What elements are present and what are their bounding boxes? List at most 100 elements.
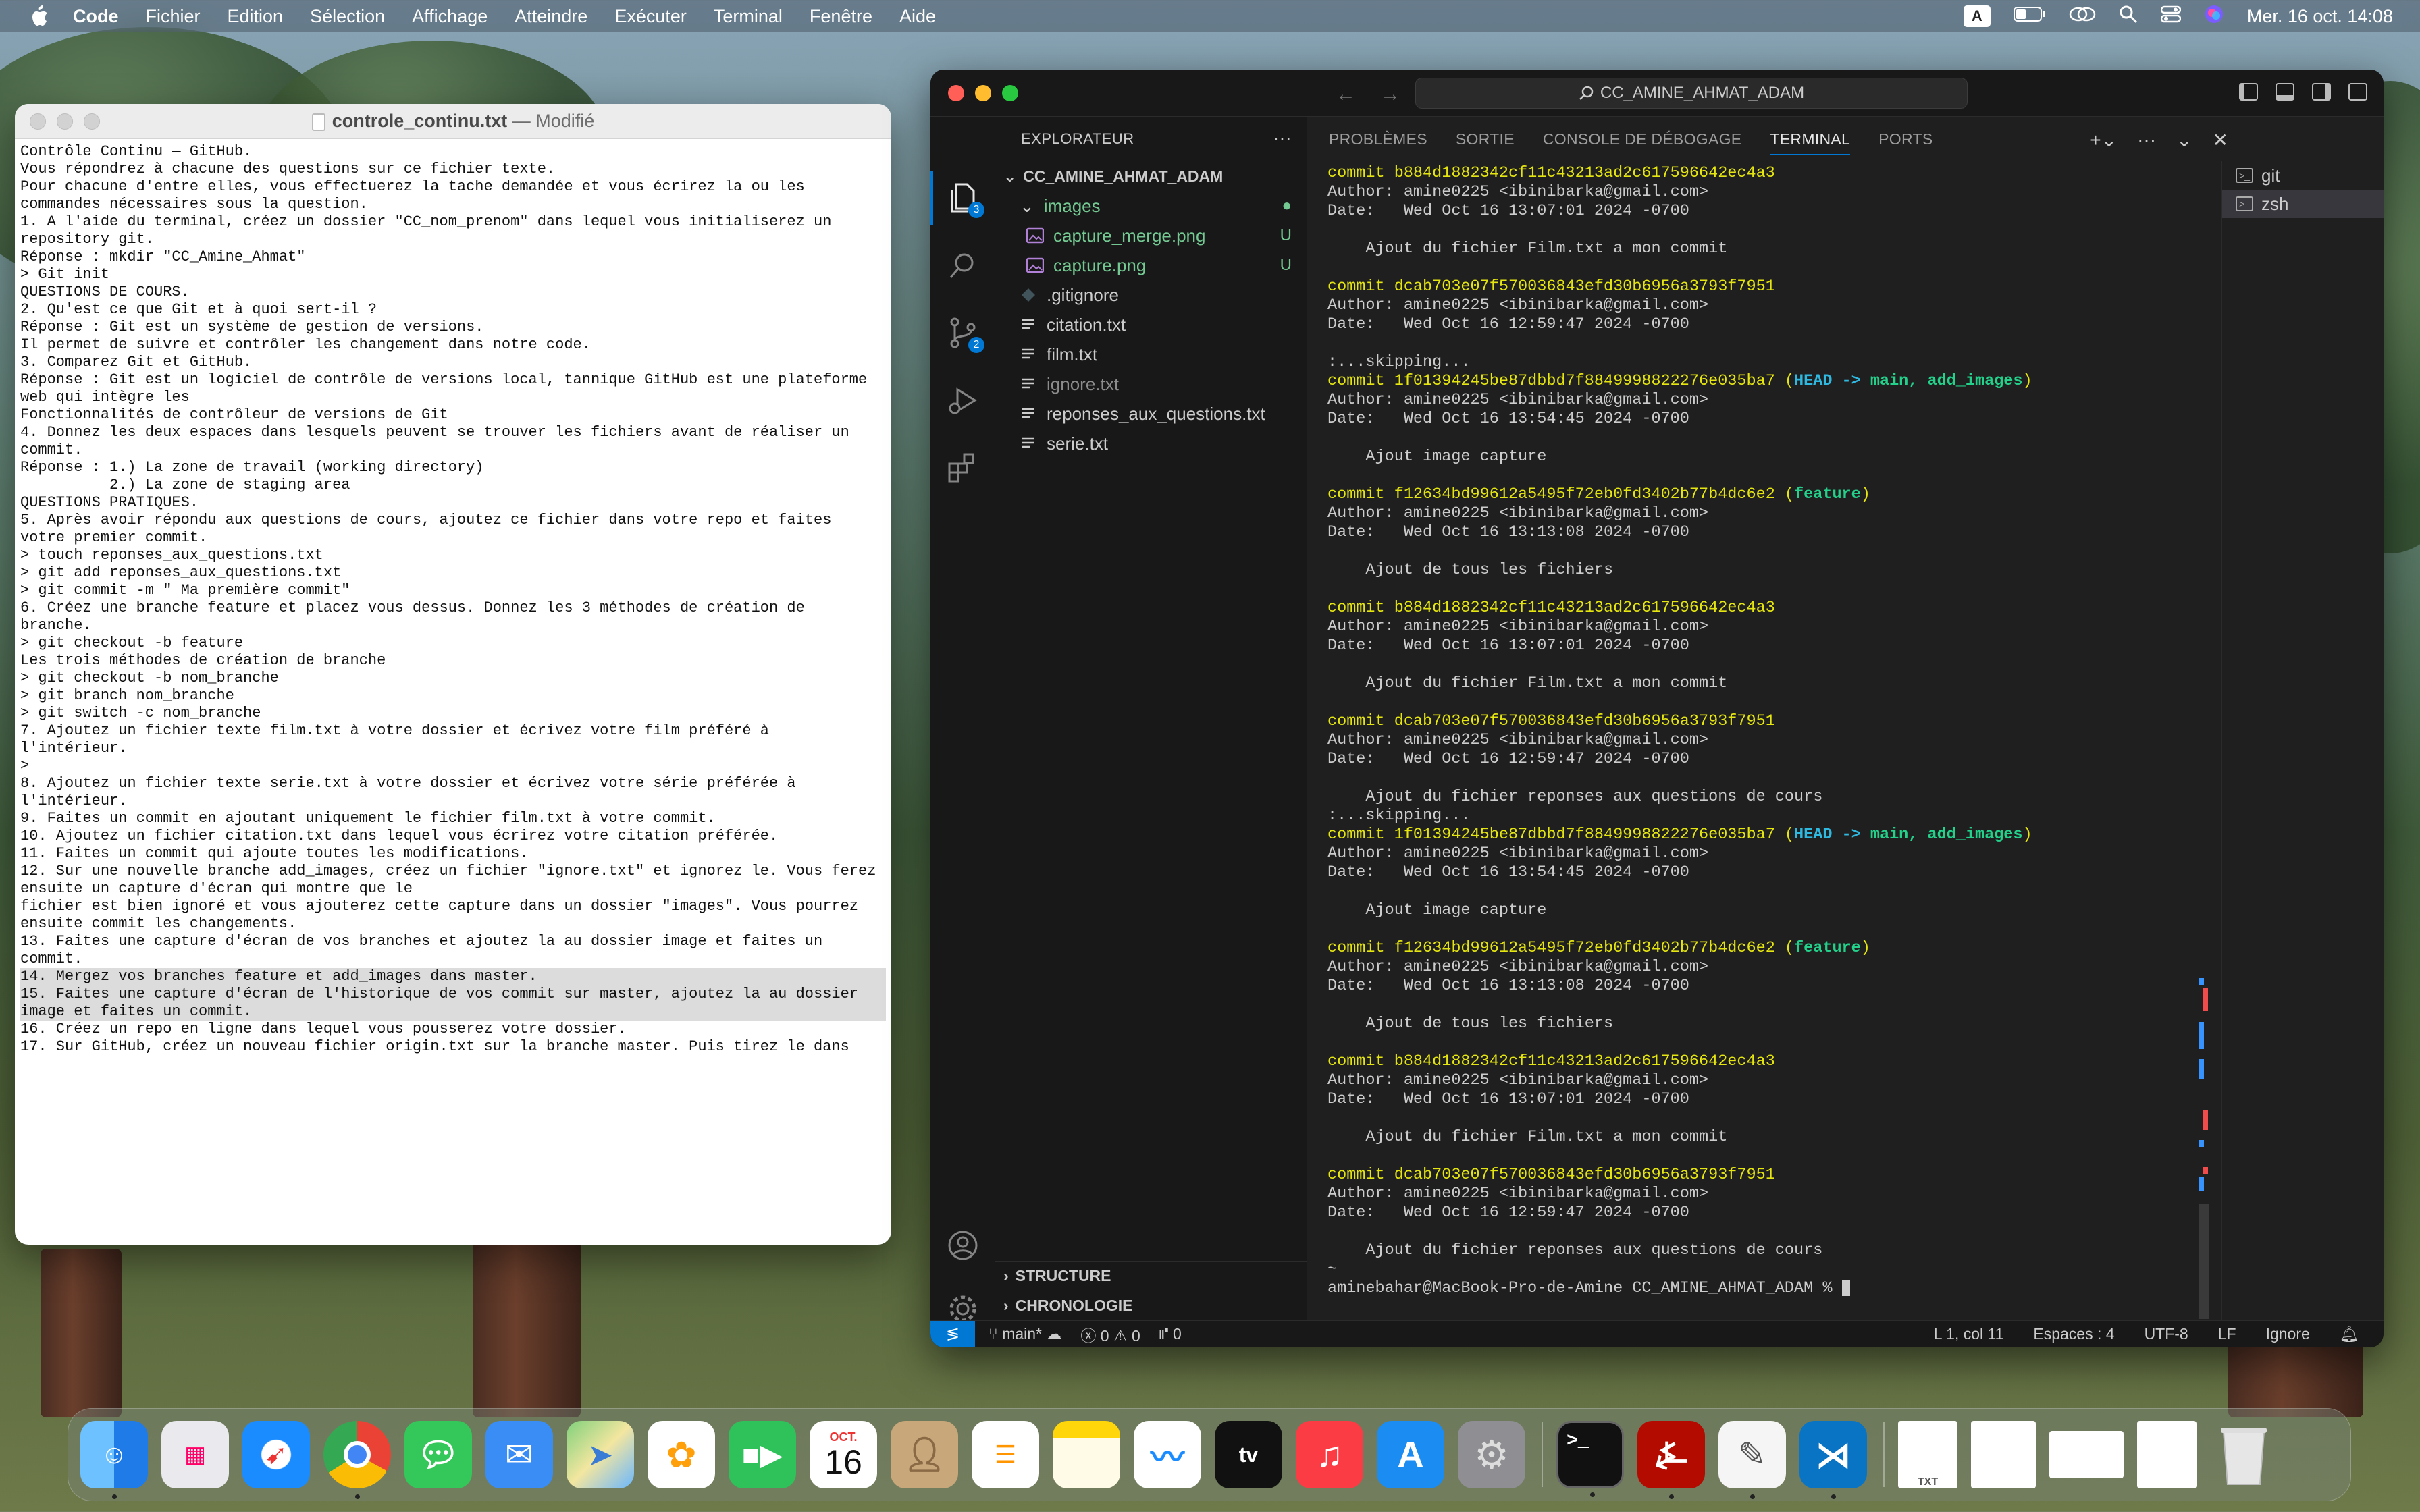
tab-debug-console[interactable]: CONSOLE DE DÉBOGAGE bbox=[1543, 130, 1742, 148]
reminders-icon[interactable]: ☰ bbox=[972, 1421, 1039, 1488]
ports-status[interactable]: ⑈ 0 bbox=[1159, 1325, 1182, 1343]
freeform-icon[interactable]: 〰 bbox=[1134, 1421, 1201, 1488]
messages-icon[interactable]: 💬︎ bbox=[404, 1421, 472, 1488]
menu-executer[interactable]: Exécuter bbox=[614, 6, 687, 27]
accounts-icon[interactable] bbox=[947, 1229, 979, 1262]
terminal-app-icon[interactable]: >_ bbox=[1556, 1421, 1624, 1497]
extensions-icon[interactable] bbox=[947, 452, 979, 484]
toggle-secondary-sidebar-icon[interactable] bbox=[2312, 83, 2331, 101]
more-actions-icon[interactable]: ··· bbox=[1273, 128, 1292, 148]
tab-ports[interactable]: PORTS bbox=[1878, 130, 1932, 148]
menu-aide[interactable]: Aide bbox=[899, 6, 936, 27]
recent-document-icon[interactable] bbox=[2049, 1431, 2124, 1478]
recent-document-icon[interactable] bbox=[2137, 1421, 2197, 1488]
zoom-button[interactable] bbox=[1002, 84, 1018, 101]
tab-output[interactable]: SORTIE bbox=[1456, 130, 1515, 148]
close-panel-icon[interactable]: ✕ bbox=[2213, 129, 2228, 151]
trash-icon[interactable] bbox=[2210, 1421, 2278, 1488]
contacts-icon[interactable]: 👤︎ bbox=[891, 1421, 958, 1488]
end-of-line[interactable]: LF bbox=[2218, 1325, 2236, 1343]
run-debug-icon[interactable] bbox=[947, 384, 979, 416]
music-icon[interactable]: ♫ bbox=[1296, 1421, 1363, 1488]
textedit-titlebar[interactable]: controle_continu.txt — Modifié bbox=[15, 104, 891, 139]
command-center-search[interactable]: CC_AMINE_AHMAT_ADAM bbox=[1415, 78, 1968, 109]
tab-terminal[interactable]: TERMINAL bbox=[1770, 130, 1851, 155]
file-item[interactable]: ignore.txt bbox=[995, 369, 1307, 399]
remote-indicator-icon[interactable]: ≶ bbox=[930, 1320, 975, 1347]
textedit-app-icon[interactable]: ✎ bbox=[1718, 1421, 1786, 1499]
notifications-bell-icon[interactable]: 🔔︎ bbox=[2340, 1325, 2359, 1343]
apple-tv-icon[interactable]: tv bbox=[1215, 1421, 1282, 1488]
file-item[interactable]: film.txt bbox=[995, 340, 1307, 369]
folder-item[interactable]: ⌄ images ● bbox=[995, 191, 1307, 221]
menubar-clock[interactable]: Mer. 16 oct. 14:08 bbox=[2247, 6, 2393, 27]
outline-section[interactable]: › STRUCTURE bbox=[995, 1261, 1307, 1291]
new-terminal-icon[interactable]: +⌄ bbox=[2090, 129, 2117, 151]
terminal-output[interactable]: commit b884d1882342cf11c43213ad2c6175966… bbox=[1327, 161, 2192, 1320]
vscode-app-icon[interactable]: ⋊ bbox=[1799, 1421, 1867, 1499]
photos-icon[interactable]: ✿ bbox=[648, 1421, 715, 1488]
recent-document-icon[interactable]: TXT bbox=[1898, 1421, 1957, 1488]
screen-mirroring-icon[interactable] bbox=[2069, 5, 2096, 28]
mail-icon[interactable]: ✉ bbox=[485, 1421, 553, 1488]
safari-icon[interactable]: ➹ bbox=[242, 1421, 310, 1488]
system-settings-icon[interactable]: ⚙ bbox=[1458, 1421, 1525, 1488]
menu-affichage[interactable]: Affichage bbox=[412, 6, 488, 27]
terminal-scrollbar[interactable] bbox=[2199, 161, 2212, 1319]
facetime-icon[interactable]: ■▶ bbox=[729, 1421, 796, 1488]
app-store-icon[interactable]: A bbox=[1377, 1421, 1444, 1488]
language-mode[interactable]: Ignore bbox=[2266, 1325, 2310, 1343]
recent-document-icon[interactable] bbox=[1971, 1421, 2036, 1488]
siri-icon[interactable] bbox=[2204, 4, 2224, 29]
problems-status[interactable]: ⓧ 0 ⚠ 0 bbox=[1080, 1323, 1140, 1346]
project-folder-header[interactable]: ⌄ CC_AMINE_AHMAT_ADAM bbox=[995, 161, 1307, 191]
explorer-icon[interactable]: 3 bbox=[947, 182, 984, 218]
acrobat-icon[interactable]: ⍼ bbox=[1637, 1421, 1705, 1499]
search-icon[interactable] bbox=[947, 249, 979, 281]
textedit-document-body[interactable]: Contrôle Continu — GitHub. Vous répondrez… bbox=[15, 139, 891, 1056]
minimize-button[interactable] bbox=[975, 84, 991, 101]
file-item[interactable]: capture.png U bbox=[995, 250, 1307, 280]
menu-selection[interactable]: Sélection bbox=[310, 6, 385, 27]
menu-edition[interactable]: Edition bbox=[228, 6, 284, 27]
forward-arrow-icon[interactable]: → bbox=[1380, 83, 1400, 106]
back-arrow-icon[interactable]: ← bbox=[1336, 83, 1356, 106]
terminal-item-git[interactable]: >_ git bbox=[2222, 161, 2384, 190]
toggle-sidebar-icon[interactable] bbox=[2239, 83, 2258, 101]
cursor-position[interactable]: L 1, col 11 bbox=[1934, 1325, 2004, 1343]
toggle-panel-icon[interactable] bbox=[2276, 83, 2294, 101]
file-item[interactable]: reponses_aux_questions.txt bbox=[995, 399, 1307, 429]
tab-problems[interactable]: PROBLÈMES bbox=[1329, 130, 1427, 148]
terminal-prompt[interactable]: aminebahar@MacBook-Pro-de-Amine CC_AMINE… bbox=[1327, 1279, 2192, 1298]
control-center-icon[interactable] bbox=[2160, 5, 2182, 28]
branch-status[interactable]: ⑂ main* ☁ bbox=[989, 1325, 1061, 1343]
timeline-section[interactable]: › CHRONOLOGIE bbox=[995, 1291, 1307, 1320]
encoding[interactable]: UTF-8 bbox=[2145, 1325, 2188, 1343]
chrome-icon[interactable] bbox=[323, 1421, 391, 1499]
source-control-icon[interactable]: 2 bbox=[947, 317, 984, 353]
search-icon[interactable] bbox=[2119, 5, 2138, 28]
notes-icon[interactable] bbox=[1053, 1421, 1120, 1488]
terminal-item-zsh[interactable]: >_ zsh bbox=[2222, 190, 2384, 218]
battery-icon[interactable] bbox=[2013, 6, 2046, 27]
menu-fichier[interactable]: Fichier bbox=[146, 6, 201, 27]
input-source-icon[interactable]: A bbox=[1963, 5, 1991, 27]
more-actions-icon[interactable]: ··· bbox=[2137, 129, 2156, 151]
vscode-titlebar[interactable]: ← → CC_AMINE_AHMAT_ADAM bbox=[930, 70, 2384, 117]
customize-layout-icon[interactable] bbox=[2348, 83, 2367, 101]
menu-terminal[interactable]: Terminal bbox=[714, 6, 783, 27]
file-item[interactable]: serie.txt bbox=[995, 429, 1307, 458]
finder-icon[interactable]: ☺ bbox=[80, 1421, 148, 1499]
apple-menu-icon[interactable] bbox=[26, 3, 53, 30]
file-item[interactable]: citation.txt bbox=[995, 310, 1307, 340]
maps-icon[interactable]: ➤ bbox=[567, 1421, 634, 1488]
launchpad-icon[interactable]: ▦ bbox=[161, 1421, 229, 1488]
file-item[interactable]: .gitignore bbox=[995, 280, 1307, 310]
indentation[interactable]: Espaces : 4 bbox=[2033, 1325, 2114, 1343]
menu-atteindre[interactable]: Atteindre bbox=[515, 6, 587, 27]
file-item[interactable]: capture_merge.png U bbox=[995, 221, 1307, 250]
close-button[interactable] bbox=[948, 84, 964, 101]
menu-app-name[interactable]: Code bbox=[73, 6, 119, 27]
chevron-up-icon[interactable]: ⌄ bbox=[2176, 129, 2192, 151]
menu-fenetre[interactable]: Fenêtre bbox=[810, 6, 872, 27]
